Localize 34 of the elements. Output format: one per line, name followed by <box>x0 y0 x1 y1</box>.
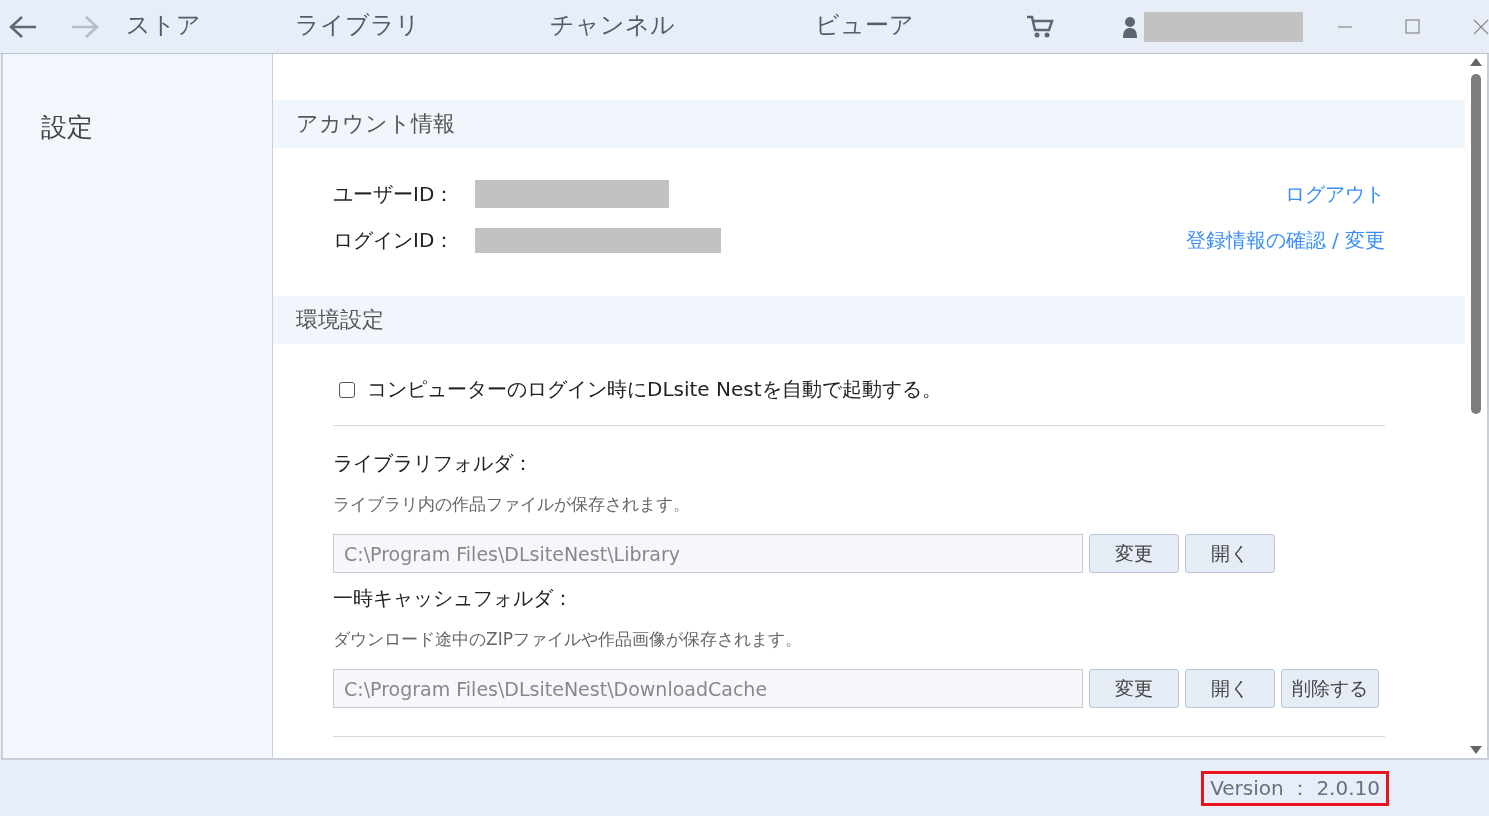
sidebar-title: 設定 <box>40 111 94 144</box>
autostart-checkbox[interactable] <box>339 381 355 398</box>
back-button[interactable] <box>8 13 38 40</box>
nav-tab[interactable]: ストア <box>126 5 201 48</box>
user-icon[interactable] <box>1122 15 1138 38</box>
folder-button[interactable]: 開く <box>1185 669 1275 708</box>
folder-description: ライブラリ内の作品ファイルが保存されます。 <box>333 493 691 516</box>
arrow-left-icon <box>8 13 38 40</box>
nav-tab[interactable]: ライブラリ <box>295 5 420 48</box>
path-field[interactable]: C:\Program Files\DLsiteNest\DownloadCache <box>333 669 1083 708</box>
scroll-up-icon[interactable] <box>1470 58 1482 66</box>
folder-button[interactable]: 開く <box>1185 534 1275 573</box>
scrollbar-thumb[interactable] <box>1471 74 1481 414</box>
account-link[interactable]: ログアウト <box>1285 180 1385 208</box>
nav-tab[interactable]: ビューア <box>815 5 914 48</box>
folder-description: ダウンロード途中のZIPファイルや作品画像が保存されます。 <box>333 628 803 651</box>
section-heading: アカウント情報 <box>273 100 1465 148</box>
folder-button[interactable]: 変更 <box>1089 669 1179 708</box>
account-link[interactable]: 登録情報の確認 / 変更 <box>1185 226 1385 254</box>
cart-icon[interactable] <box>1026 13 1054 40</box>
path-field[interactable]: C:\Program Files\DLsiteNest\Library <box>333 534 1083 573</box>
close-icon[interactable] <box>1473 18 1489 35</box>
scroll-down-icon[interactable] <box>1470 746 1482 754</box>
folder-title: 一時キャッシュフォルダ： <box>333 585 574 612</box>
field-label: ログインID： <box>333 226 456 254</box>
arrow-right-icon <box>70 13 100 40</box>
version-text: Version ： 2.0.10 <box>1201 770 1389 806</box>
folder-title: ライブラリフォルダ： <box>333 450 534 477</box>
folder-button[interactable]: 変更 <box>1089 534 1179 573</box>
nav-tab[interactable]: チャンネル <box>550 5 675 48</box>
section-heading: 環境設定 <box>273 296 1465 344</box>
folder-button[interactable]: 削除する <box>1281 669 1379 708</box>
field-label: ユーザーID： <box>333 180 456 208</box>
checkbox-label: コンピューターのログイン時にDLsite Nestを自動で起動する。 <box>367 376 942 403</box>
